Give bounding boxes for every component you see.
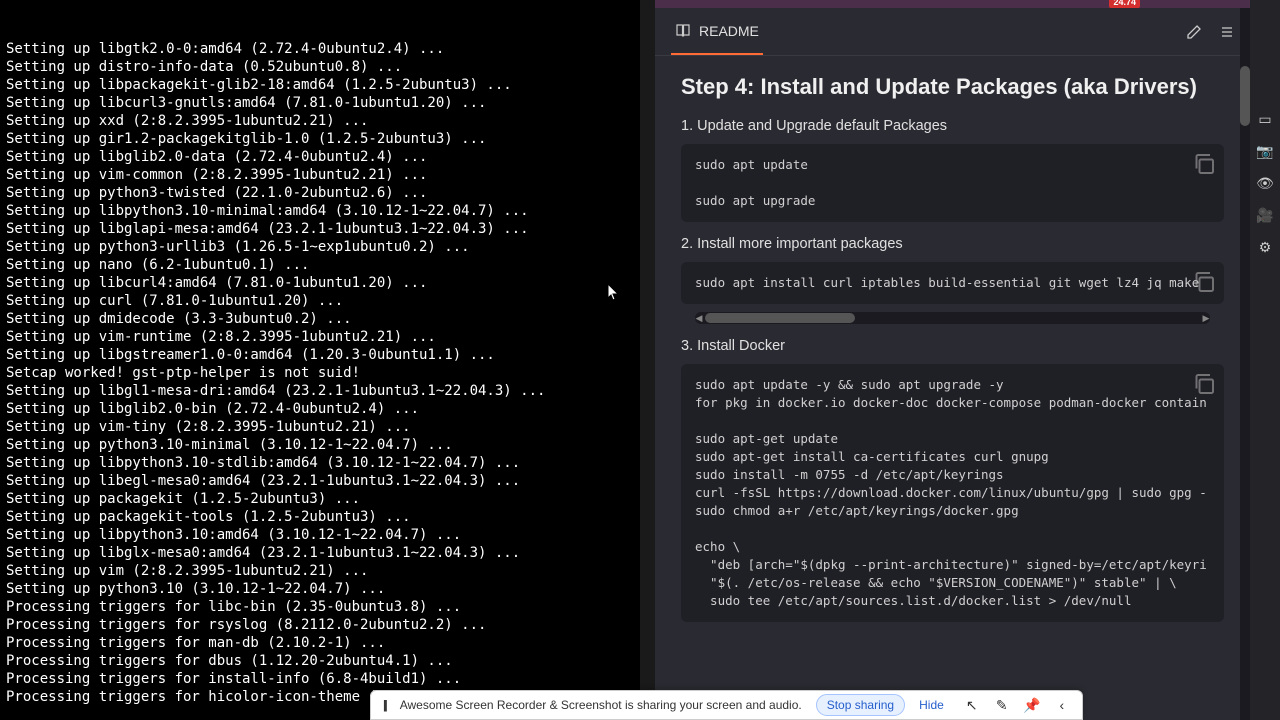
tab-readme[interactable]: README bbox=[671, 8, 763, 55]
pin-icon[interactable]: 📌 bbox=[1024, 697, 1040, 713]
cursor-icon[interactable]: ↖ bbox=[964, 697, 980, 713]
readme-tab-label: README bbox=[699, 23, 759, 39]
chevron-left-icon[interactable]: ‹ bbox=[1054, 697, 1070, 713]
recording-badge: 24.74 bbox=[1109, 0, 1140, 8]
eye-icon[interactable]: 👁 bbox=[1256, 174, 1274, 192]
vertical-scrollbar[interactable] bbox=[1240, 8, 1250, 720]
readme-header: README bbox=[655, 8, 1250, 56]
tab-bar: 24.74 bbox=[655, 0, 1250, 8]
copy-icon[interactable] bbox=[1192, 372, 1216, 396]
gear-icon[interactable]: ⚙ bbox=[1256, 238, 1274, 256]
code-block[interactable]: sudo apt install curl iptables build-ess… bbox=[681, 262, 1224, 304]
pause-icon[interactable]: || bbox=[383, 698, 386, 712]
code-block[interactable]: sudo apt update -y && sudo apt upgrade -… bbox=[681, 364, 1224, 622]
copy-icon[interactable] bbox=[1192, 270, 1216, 294]
rect-icon[interactable]: ▭ bbox=[1256, 110, 1274, 128]
terminal-output: Setting up libgtk2.0-0:amd64 (2.72.4-0ub… bbox=[6, 40, 634, 706]
camera-icon[interactable]: 📷 bbox=[1256, 142, 1274, 160]
pen-icon[interactable]: ✎ bbox=[994, 697, 1010, 713]
edit-icon[interactable] bbox=[1186, 24, 1202, 40]
page-title: Step 4: Install and Update Packages (aka… bbox=[681, 74, 1224, 100]
stop-sharing-button[interactable]: Stop sharing bbox=[816, 694, 905, 716]
scrollbar-thumb[interactable] bbox=[705, 313, 855, 323]
code-block[interactable]: sudo apt update sudo apt upgrade bbox=[681, 144, 1224, 222]
hide-button[interactable]: Hide bbox=[919, 698, 944, 712]
step-label: 3. Install Docker bbox=[681, 338, 1224, 354]
list-icon[interactable] bbox=[1218, 24, 1234, 40]
terminal-pane[interactable]: Setting up libgtk2.0-0:amd64 (2.72.4-0ub… bbox=[0, 0, 640, 720]
step-label: 1. Update and Upgrade default Packages bbox=[681, 118, 1224, 134]
app-sidebar: ▭ 📷 👁 🎥 ⚙ bbox=[1250, 0, 1280, 720]
share-message: Awesome Screen Recorder & Screenshot is … bbox=[400, 698, 802, 712]
video-icon[interactable]: 🎥 bbox=[1256, 206, 1274, 224]
readme-pane: 24.74 README Step 4: Install and Update … bbox=[655, 0, 1250, 720]
step-label: 2. Install more important packages bbox=[681, 236, 1224, 252]
book-icon bbox=[675, 23, 691, 39]
horizontal-scrollbar[interactable]: ◀▶ bbox=[695, 312, 1210, 324]
scrollbar-thumb[interactable] bbox=[1240, 66, 1250, 126]
readme-body[interactable]: Step 4: Install and Update Packages (aka… bbox=[655, 56, 1250, 720]
screen-share-bar: || Awesome Screen Recorder & Screenshot … bbox=[370, 690, 1083, 720]
copy-icon[interactable] bbox=[1192, 152, 1216, 176]
